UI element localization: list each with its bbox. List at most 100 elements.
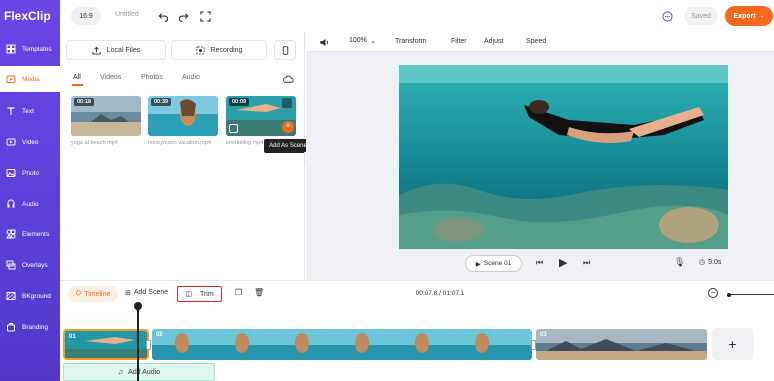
tab-photos[interactable]: Photos: [141, 74, 163, 81]
add-as-scene-button[interactable]: +: [282, 121, 294, 133]
speed-button[interactable]: Speed: [526, 38, 546, 45]
audio-icon: [7, 199, 15, 208]
duration-badge: 00:09: [229, 98, 250, 106]
recording-label: Recording: [210, 46, 243, 54]
tab-audio[interactable]: Audio: [182, 74, 200, 81]
phone-upload-button[interactable]: [274, 40, 296, 60]
clip-number: 02: [156, 332, 163, 338]
background-icon: [6, 292, 16, 300]
time-readout: 00:07.8 / 01:07.1: [415, 290, 465, 297]
sidebar-item-label: Overlays: [22, 261, 48, 269]
chat-icon[interactable]: [660, 9, 674, 23]
duplicate-icon[interactable]: ❐: [235, 288, 242, 297]
sidebar-item-label: Branding: [22, 323, 49, 331]
sidebar-item-label: Photo: [22, 169, 39, 177]
sidebar-item-label: Media: [22, 75, 40, 83]
sidebar-item-templates[interactable]: Templates: [0, 36, 60, 62]
active-tab-underline: [72, 84, 83, 86]
sidebar-item-text[interactable]: Text: [0, 98, 60, 124]
sidebar-item-media[interactable]: Media: [0, 66, 60, 92]
skip-back-icon[interactable]: ⏮: [536, 258, 543, 268]
play-small-icon: ▶: [475, 260, 481, 268]
record-icon: [195, 45, 205, 55]
undo-icon[interactable]: [156, 9, 170, 23]
sidebar-item-label: Elements: [22, 230, 50, 238]
clock-icon: ◷: [699, 259, 706, 266]
sidebar-item-elements[interactable]: Elements: [0, 221, 60, 247]
tab-all[interactable]: All: [73, 74, 81, 81]
tooltip: Add As Scene: [264, 139, 312, 153]
scene-label: Scene 01: [483, 260, 512, 267]
delete-icon[interactable]: 🗑: [254, 288, 264, 297]
sidebar-item-overlays[interactable]: Overlays: [0, 252, 60, 278]
media-item-yoga[interactable]: 00:18: [71, 96, 141, 136]
skip-forward-icon[interactable]: ⏭: [583, 258, 590, 268]
saved-button[interactable]: Saved: [684, 7, 718, 25]
playhead-line[interactable]: [137, 306, 139, 381]
chevron-down-icon[interactable]: ⌄: [370, 37, 376, 45]
adjust-button[interactable]: Adjust: [484, 38, 503, 45]
volume-icon[interactable]: [317, 35, 331, 49]
video-icon: [6, 138, 16, 146]
logo-text: FlexClip: [4, 9, 51, 23]
timeline-clip-03[interactable]: 03: [536, 329, 707, 360]
play-icon[interactable]: ▶: [559, 256, 567, 269]
zoom-out-icon[interactable]: −: [708, 288, 718, 298]
app-logo[interactable]: FlexClip: [4, 8, 60, 24]
transform-button[interactable]: Transform: [395, 38, 427, 45]
sidebar-item-audio[interactable]: Audio: [0, 191, 60, 217]
clip-handle[interactable]: [146, 340, 151, 350]
fullscreen-icon[interactable]: [198, 9, 212, 23]
export-button[interactable]: Export →: [725, 6, 773, 26]
duration-value: 9.0s: [708, 258, 722, 266]
add-scene-button[interactable]: ⊞ Add Scene: [125, 289, 168, 297]
overlays-icon: [6, 260, 16, 270]
cloud-icon[interactable]: [281, 72, 295, 86]
duration-badge: 00:18: [74, 98, 95, 106]
sidebar-item-label: Audio: [22, 200, 39, 208]
media-item-honeymoon[interactable]: 00:39: [148, 96, 218, 136]
sidebar-item-label: BKground: [22, 292, 51, 300]
local-files-button[interactable]: Local Files: [66, 40, 166, 60]
project-title[interactable]: Untitled: [115, 11, 139, 18]
microphone-icon[interactable]: 🎙: [674, 257, 685, 268]
recording-button[interactable]: Recording: [171, 40, 267, 60]
preview-icon[interactable]: [229, 124, 238, 133]
add-audio-button[interactable]: ♫ Add Audio: [63, 363, 215, 381]
duration-badge: 00:39: [151, 98, 172, 106]
redo-icon[interactable]: [176, 9, 190, 23]
sidebar-item-label: Text: [22, 107, 34, 115]
timeline-toggle[interactable]: ⛭ Timeline: [68, 286, 118, 302]
scene-duration[interactable]: ◷ 9.0s: [699, 258, 722, 267]
media-filename: yoga at beach.mp4: [71, 140, 118, 146]
aspect-ratio-button[interactable]: 16:9: [71, 7, 101, 25]
timeline-label: Timeline: [84, 290, 111, 298]
phone-icon: [282, 45, 288, 55]
trim-button[interactable]: ◫ Trim: [177, 286, 222, 302]
zoom-dropdown[interactable]: 100%: [349, 37, 367, 44]
templates-icon: [6, 44, 16, 54]
sidebar-item-branding[interactable]: Branding: [0, 314, 60, 340]
scene-selector[interactable]: ▶ Scene 01: [465, 255, 522, 272]
split-icon: ◫: [185, 291, 192, 298]
sidebar-item-photo[interactable]: Photo: [0, 160, 60, 186]
photo-icon: [6, 169, 16, 177]
tab-videos[interactable]: Videos: [100, 74, 121, 81]
add-clip-button[interactable]: +: [712, 328, 753, 360]
text-icon: [7, 107, 15, 115]
media-filename: honeymoon vacation.mp4: [148, 140, 211, 146]
sidebar-item-background[interactable]: BKground: [0, 283, 60, 309]
preview-video[interactable]: [399, 65, 728, 249]
sidebar-item-video[interactable]: Video: [0, 129, 60, 155]
trash-icon[interactable]: [282, 98, 292, 108]
timeline-clip-02[interactable]: 02: [152, 329, 532, 360]
filter-button[interactable]: Filter: [451, 38, 467, 45]
local-files-label: Local Files: [106, 46, 141, 54]
clip-thumbnail: [536, 329, 707, 360]
upload-icon: [92, 46, 101, 55]
clip-number: 01: [69, 334, 76, 340]
timeline-icon: ⛭: [75, 290, 82, 297]
zoom-slider-track[interactable]: [731, 294, 774, 295]
music-note-icon: ♫: [117, 368, 124, 376]
underwater-scene: [399, 65, 728, 249]
